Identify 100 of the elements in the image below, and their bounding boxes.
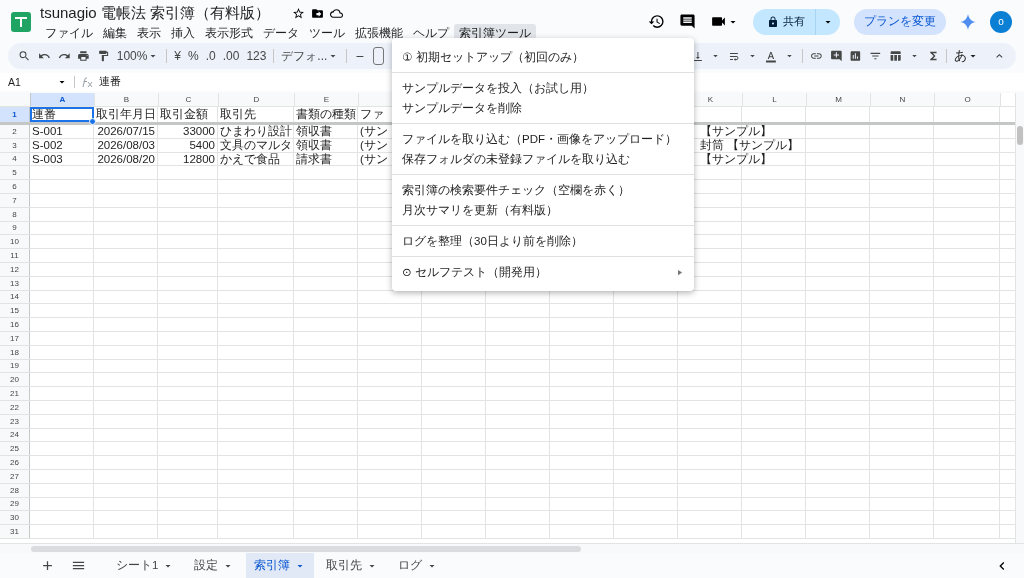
fill-handle[interactable] [89,118,96,125]
table-cell: 5400 [158,138,218,152]
table-cell: S-003 [30,152,94,166]
star-icon[interactable] [292,7,306,20]
column-header[interactable]: D [219,93,295,106]
account-avatar[interactable]: o [990,10,1012,33]
fx-icon [81,76,93,88]
menu-option[interactable]: ログを整理（30日より前を削除） [392,231,694,251]
paint-format-icon[interactable] [97,49,110,63]
vertical-align-icon[interactable] [691,49,704,63]
table-cell: 取引金額 [158,107,218,122]
menu-item[interactable]: 拡張機能 [350,24,408,43]
history-icon[interactable] [648,13,665,30]
column-header[interactable]: M [807,93,871,106]
row-header[interactable]: 20 [0,373,30,387]
row-header[interactable]: 10 [0,235,30,249]
cell-text: 封筒 【サンプル】 [700,137,800,153]
table-cell: 領収書 [294,138,358,152]
add-comment-icon[interactable] [829,49,843,63]
menu-item[interactable]: ツール [304,24,350,43]
menu-item[interactable]: 挿入 [166,24,200,43]
column-header[interactable]: C [159,93,219,106]
currency-button[interactable]: ¥ [174,49,182,63]
zoom-dropdown[interactable]: 100% [116,49,160,63]
sheet-tab[interactable]: 設定 [186,553,243,578]
row-header[interactable]: 2 [0,125,30,138]
column-header[interactable]: A [31,93,95,106]
menu-item[interactable]: 編集 [98,24,132,43]
column-header[interactable]: L [743,93,807,106]
table-cell: かえで食品 [218,152,294,166]
table-cell: 請求書 [294,152,358,166]
lock-icon [767,15,779,28]
table-cell: 33000 [158,125,218,138]
table-cell: 取引先 [218,107,294,122]
row-header[interactable]: 11 [0,249,30,262]
table-cell: S-001 [30,125,94,138]
row-header[interactable]: 25 [0,442,30,456]
table-cell: 2026/08/20 [94,152,158,166]
menu-option[interactable]: ⊙ セルフテスト（開発用） [392,262,694,282]
print-icon[interactable] [77,49,90,63]
table-cell: 書類の種類 [294,107,358,122]
table-cell: 文具のマルタ [218,138,294,152]
column-header[interactable]: B [95,93,159,106]
sheet-tab[interactable]: 取引先 [318,553,387,578]
column-header[interactable]: N [871,93,935,106]
table-cell: 2026/08/03 [94,138,158,152]
table-icon[interactable] [888,49,902,63]
add-icon [40,558,55,573]
sparkle-icon[interactable] [960,13,976,30]
row-header[interactable]: 21 [0,387,30,400]
sheets-logo-icon[interactable] [10,9,32,34]
percent-button[interactable]: % [188,49,199,63]
menu-item[interactable]: データ [258,24,304,43]
submenu-arrow-icon [675,267,684,277]
row-header[interactable]: 6 [0,180,30,193]
chart-icon[interactable] [849,49,863,63]
document-title[interactable]: tsunagio 電帳法 索引簿（有料版） [40,4,271,23]
column-header[interactable]: O [935,93,1001,106]
scrollbar-thumb[interactable] [31,545,581,552]
table-cell: S-002 [30,138,94,152]
table-cell: ひまわり設計 [218,125,294,138]
folder-icon[interactable] [311,7,325,20]
search-icon[interactable] [18,49,31,63]
sheet-tab[interactable]: ログ [390,553,447,578]
text-color-icon[interactable] [765,49,777,63]
formula-field[interactable]: 連番 [99,75,121,89]
name-box[interactable]: A1 [8,76,21,88]
sheet-tab[interactable]: 索引簿 [246,553,315,578]
cloud-icon[interactable] [330,7,344,20]
row-header[interactable]: 30 [0,511,30,525]
cell-text: 【サンプル】 [700,123,772,139]
menu-option[interactable]: 索引簿の検索要件チェック（空欄を赤く） [392,180,694,200]
sheet-tab[interactable]: シート1 [108,553,183,578]
comment-icon[interactable] [679,13,696,30]
table-cell: 領収書 [294,125,358,138]
table-cell: 取引年月日 [94,107,158,122]
table-cell: 2026/07/15 [94,125,158,138]
share-button[interactable]: 共有 [753,8,815,35]
increase-decimal-button[interactable]: .00 [222,49,240,63]
menu-item[interactable]: 表示形式 [200,24,258,43]
scrollbar-thumb[interactable] [1017,126,1023,145]
menu-item[interactable]: 表示 [132,24,166,43]
font-size-field[interactable] [373,47,385,65]
input-mode-dropdown[interactable]: あ [954,47,980,65]
table-cell: 12800 [158,152,218,166]
menu-item[interactable]: ファイル [40,24,98,43]
row-header[interactable]: 26 [0,456,30,469]
font-dropdown[interactable]: デフォ... [281,47,340,65]
decrease-decimal-button[interactable]: .0 [205,49,216,63]
number-format-button[interactable]: 123 [246,49,267,63]
row-header[interactable]: 1 [0,107,30,122]
row-header[interactable]: 5 [0,166,30,180]
menu-option[interactable]: 月次サマリを更新（有料版） [392,200,694,220]
row-header[interactable]: 15 [0,304,30,318]
upgrade-button[interactable]: プランを変更 [854,8,946,35]
cell-text: 【サンプル】 [700,151,772,167]
column-header[interactable]: E [295,93,359,106]
row-header[interactable]: 31 [0,525,30,538]
row-header[interactable]: 16 [0,318,30,331]
menu-option[interactable]: ① 初期セットアップ（初回のみ） [392,47,694,67]
